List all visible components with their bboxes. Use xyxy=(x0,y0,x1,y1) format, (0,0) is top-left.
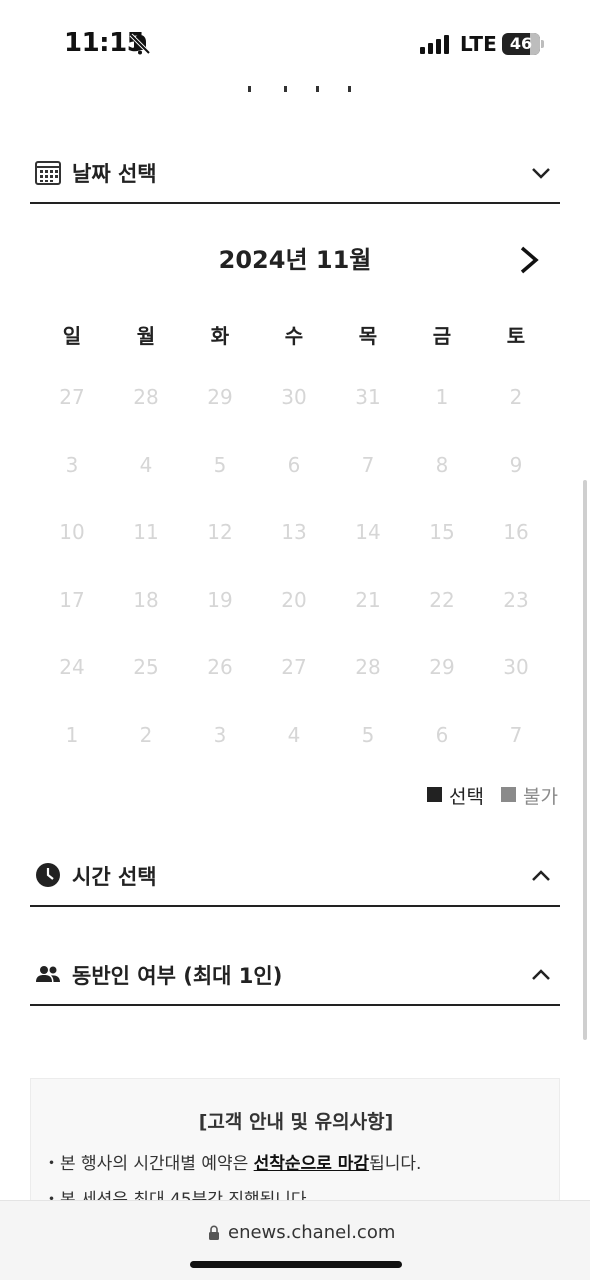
calendar-day: 18 xyxy=(133,587,159,612)
cut-off-content xyxy=(244,86,354,94)
battery-icon: 46 xyxy=(502,33,540,55)
notice-line-1-prefix: ・본 행사의 시간대별 예약은 xyxy=(43,1154,254,1174)
lock-icon xyxy=(209,1225,219,1240)
calendar-day: 5 xyxy=(213,452,227,477)
status-bar: 11:15 LTE 46 xyxy=(0,0,590,88)
calendar-day: 30 xyxy=(503,655,529,680)
chevron-right-icon[interactable] xyxy=(514,244,544,276)
calendar-day: 7 xyxy=(361,452,375,477)
calendar-day: 9 xyxy=(509,452,523,477)
calendar-day: 28 xyxy=(133,385,159,409)
calendar-day: 1 xyxy=(65,723,79,747)
time-section-title: 시간 선택 xyxy=(72,865,157,889)
weekday-label: 목 xyxy=(358,324,378,348)
calendar-day: 6 xyxy=(435,723,449,747)
calendar-day: 25 xyxy=(133,655,159,680)
calendar-day: 6 xyxy=(287,452,301,477)
notice-title: [고객 안내 및 유의사항] xyxy=(198,1111,394,1133)
battery-level: 46 xyxy=(509,34,533,53)
signal-icon xyxy=(420,35,449,54)
scrollbar[interactable] xyxy=(583,480,587,1040)
home-indicator xyxy=(190,1261,402,1268)
calendar-day: 27 xyxy=(281,655,307,680)
network-label: LTE xyxy=(460,32,497,56)
date-section-header[interactable]: 날짜 선택 xyxy=(30,144,560,204)
date-section-title: 날짜 선택 xyxy=(72,162,157,186)
weekday-label: 일 xyxy=(62,324,82,348)
calendar-day: 19 xyxy=(207,587,233,612)
calendar-day: 15 xyxy=(429,520,455,545)
weekday-label: 화 xyxy=(210,324,230,348)
weekday-label: 월 xyxy=(136,324,156,348)
legend-selected-label: 선택 xyxy=(449,786,484,808)
calendar-day: 24 xyxy=(59,655,85,680)
calendar-day: 30 xyxy=(281,385,307,409)
calendar-day: 5 xyxy=(361,723,375,747)
calendar-icon xyxy=(35,161,61,185)
calendar-day: 13 xyxy=(281,520,307,545)
calendar-day: 29 xyxy=(207,385,233,409)
weekday-header: 일 월 화 수 목 금 토 xyxy=(35,320,553,350)
companion-section-header[interactable]: 동반인 여부 (최대 1인) xyxy=(30,946,560,1006)
calendar-day: 1 xyxy=(435,385,449,409)
chevron-up-icon[interactable] xyxy=(530,964,552,986)
legend-unavailable-label: 불가 xyxy=(523,786,558,808)
weekday-label: 수 xyxy=(284,324,304,348)
notice-line-1-bold: 선착순으로 마감 xyxy=(253,1154,370,1174)
time-section-header[interactable]: 시간 선택 xyxy=(30,847,560,907)
calendar-day: 11 xyxy=(133,520,159,545)
weekday-label: 금 xyxy=(432,324,452,348)
calendar-day: 20 xyxy=(281,587,307,612)
url-text[interactable]: enews.chanel.com xyxy=(228,1222,395,1243)
calendar-day: 14 xyxy=(355,520,381,545)
notice-line-1: ・본 행사의 시간대별 예약은 선착순으로 마감됩니다. xyxy=(43,1149,421,1174)
calendar-day: 3 xyxy=(65,452,79,477)
notice-line-1-suffix: 됩니다. xyxy=(369,1154,422,1174)
bell-muted-icon xyxy=(129,33,151,55)
clock-icon xyxy=(36,863,60,887)
calendar-day: 27 xyxy=(59,385,85,409)
chevron-down-icon[interactable] xyxy=(530,162,552,184)
calendar-day: 22 xyxy=(429,587,455,612)
browser-address-bar[interactable]: enews.chanel.com xyxy=(0,1200,590,1280)
calendar-day: 4 xyxy=(287,723,301,747)
weekday-label: 토 xyxy=(506,324,526,348)
calendar-day: 23 xyxy=(503,587,529,612)
calendar-day: 7 xyxy=(509,723,523,747)
calendar-day: 12 xyxy=(207,520,233,545)
people-icon xyxy=(36,966,60,982)
companion-section-title: 동반인 여부 (최대 1인) xyxy=(72,964,283,988)
calendar-day: 3 xyxy=(213,723,227,747)
calendar-day: 26 xyxy=(207,655,233,680)
calendar-day: 31 xyxy=(355,385,381,409)
chevron-up-icon[interactable] xyxy=(530,865,552,887)
battery-tip xyxy=(541,40,544,48)
calendar-day: 21 xyxy=(355,587,381,612)
calendar-day: 2 xyxy=(139,723,153,747)
calendar-day: 8 xyxy=(435,452,449,477)
calendar-day: 10 xyxy=(59,520,85,545)
legend-selected-swatch xyxy=(427,787,442,802)
legend-unavailable-swatch xyxy=(501,787,516,802)
calendar-day: 17 xyxy=(59,587,85,612)
calendar-day: 16 xyxy=(503,520,529,545)
calendar-day: 2 xyxy=(509,385,523,409)
calendar-day: 28 xyxy=(355,655,381,680)
calendar-day: 29 xyxy=(429,655,455,680)
calendar-day: 4 xyxy=(139,452,153,477)
calendar-grid: 27 28 29 30 31 1 2 3 4 5 6 7 8 9 10 11 12 13 14 15 16 17 18 19 2… xyxy=(35,380,553,760)
month-title: 2024년 11월 xyxy=(218,246,372,274)
notice-box: [고객 안내 및 유의사항] ・본 행사의 시간대별 예약은 선착순으로 마감됩… xyxy=(30,1078,560,1210)
